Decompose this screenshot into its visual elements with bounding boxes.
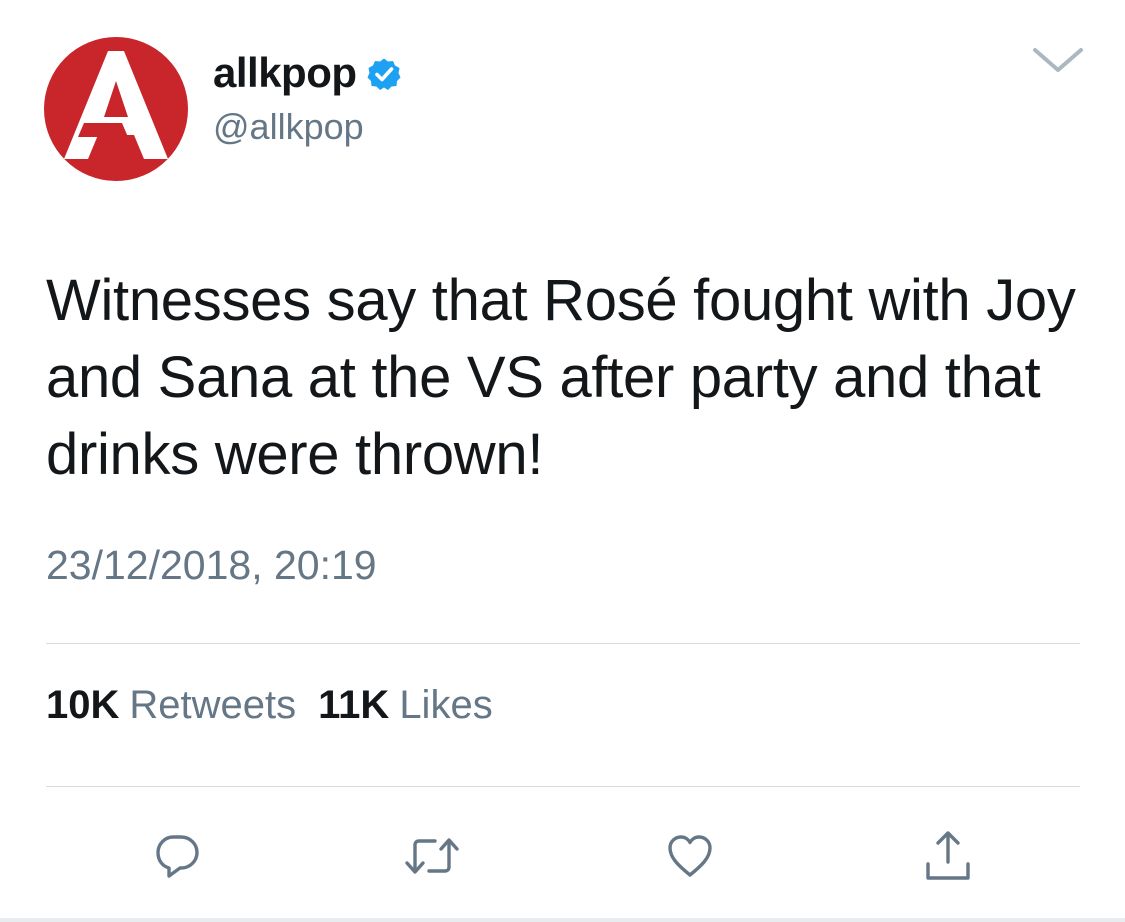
like-button[interactable] bbox=[660, 826, 720, 886]
reply-button[interactable] bbox=[148, 826, 208, 886]
tweet-text: Witnesses say that Rosé fought with Joy … bbox=[46, 268, 1076, 487]
likes-count[interactable]: 11K bbox=[318, 683, 389, 728]
chevron-down-icon[interactable] bbox=[1030, 42, 1086, 78]
retweet-button[interactable] bbox=[402, 826, 462, 886]
retweets-count[interactable]: 10K bbox=[46, 683, 119, 728]
display-name[interactable]: allkpop bbox=[213, 49, 357, 97]
share-button[interactable] bbox=[918, 826, 978, 886]
likes-label[interactable]: Likes bbox=[399, 683, 492, 728]
verified-badge-icon bbox=[367, 57, 401, 91]
retweet-icon bbox=[405, 838, 459, 874]
heart-icon bbox=[668, 835, 712, 877]
divider bbox=[46, 643, 1080, 644]
divider bbox=[46, 786, 1080, 787]
avatar[interactable] bbox=[44, 37, 188, 181]
bottom-separator bbox=[0, 918, 1125, 922]
allkpop-logo bbox=[44, 37, 188, 181]
tweet-stats: 10K Retweets 11K Likes bbox=[46, 683, 515, 728]
retweets-label[interactable]: Retweets bbox=[129, 683, 296, 728]
share-icon bbox=[926, 831, 970, 880]
reply-icon bbox=[156, 835, 199, 878]
user-handle[interactable]: @allkpop bbox=[213, 106, 364, 148]
tweet-timestamp[interactable]: 23/12/2018, 20:19 bbox=[46, 542, 377, 589]
display-name-row: allkpop bbox=[213, 46, 401, 100]
